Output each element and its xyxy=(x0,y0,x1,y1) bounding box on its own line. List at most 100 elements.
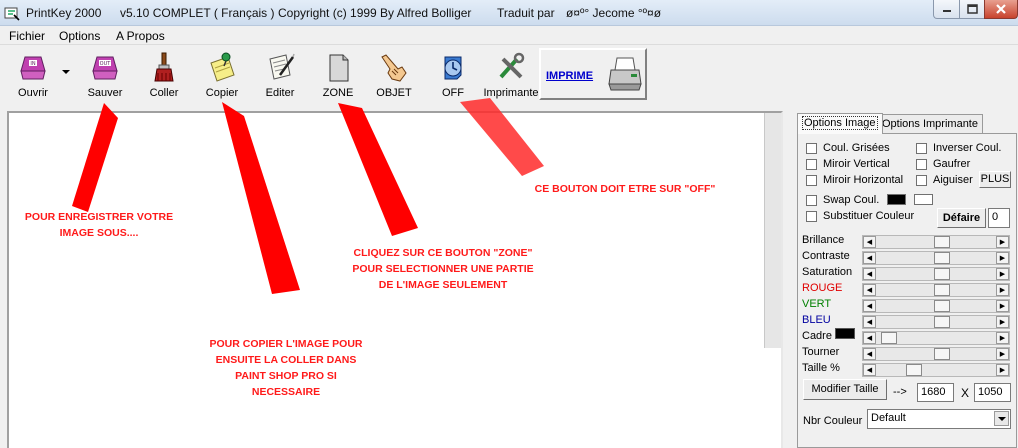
checkbox-box xyxy=(806,142,817,154)
slider-right-arrow-icon[interactable]: ▶ xyxy=(996,316,1009,328)
slider-right-arrow-icon[interactable]: ▶ xyxy=(996,284,1009,296)
checkbox-box xyxy=(806,174,817,186)
checkbox-box xyxy=(806,210,817,222)
slider-thumb[interactable] xyxy=(934,316,950,328)
slider-track[interactable]: ◀ ▶ xyxy=(862,315,1010,329)
slider-left-arrow-icon[interactable]: ◀ xyxy=(863,236,876,248)
arrow-to-off xyxy=(460,98,544,176)
annotation-enregistrer: POUR ENREGISTRER VOTRE IMAGE SOUS.... xyxy=(14,209,184,241)
defaire-count-field[interactable]: 0 xyxy=(988,208,1010,228)
times-text: X xyxy=(961,386,970,400)
annotation-zone-line: POUR SELECTIONNER UNE PARTIE xyxy=(352,263,534,275)
inverser-coul-checkbox[interactable]: Inverser Coul. xyxy=(916,142,1001,154)
annotation-off: CE BOUTON DOIT ETRE SUR "OFF" xyxy=(520,181,730,197)
swap-color-black[interactable] xyxy=(887,194,906,205)
slider-left-arrow-icon[interactable]: ◀ xyxy=(863,332,876,344)
slider-track[interactable]: ◀ ▶ xyxy=(862,347,1010,361)
checkbox-box xyxy=(806,158,817,170)
slider-right-arrow-icon[interactable]: ▶ xyxy=(996,252,1009,264)
slider-track[interactable]: ◀ ▶ xyxy=(862,363,1010,377)
slider-left-arrow-icon[interactable]: ◀ xyxy=(863,316,876,328)
swap-color-white[interactable] xyxy=(914,194,933,205)
slider-label: Taille % xyxy=(802,362,840,374)
modifier-taille-button[interactable]: Modifier Taille xyxy=(803,379,887,400)
cadre-color-swatch[interactable] xyxy=(835,328,855,339)
miroir-horizontal-checkbox[interactable]: Miroir Horizontal xyxy=(806,174,903,186)
annotation-zone-line: CLIQUEZ SUR CE BOUTON "ZONE" xyxy=(353,247,533,259)
gaufrer-checkbox[interactable]: Gaufrer xyxy=(916,158,970,170)
substituer-couleur-label: Substituer Couleur xyxy=(823,210,915,222)
miroir-vertical-checkbox[interactable]: Miroir Vertical xyxy=(806,158,890,170)
slider-left-arrow-icon[interactable]: ◀ xyxy=(863,300,876,312)
annotation-copier-line: ENSUITE LA COLLER DANS xyxy=(215,354,357,366)
tab-options-imprimante[interactable]: Options Imprimante xyxy=(877,114,983,134)
miroir-vertical-label: Miroir Vertical xyxy=(823,158,890,170)
size-arrow-text: --> xyxy=(893,386,907,398)
swap-coul-label: Swap Coul. xyxy=(823,194,880,206)
slider-track[interactable]: ◀ ▶ xyxy=(862,251,1010,265)
options-panel: Options Image Options Imprimante Coul. G… xyxy=(790,111,1018,448)
slider-left-arrow-icon[interactable]: ◀ xyxy=(863,364,876,376)
slider-left-arrow-icon[interactable]: ◀ xyxy=(863,348,876,360)
slider-label: ROUGE xyxy=(802,282,843,294)
checkbox-box xyxy=(916,174,927,186)
slider-right-arrow-icon[interactable]: ▶ xyxy=(996,332,1009,344)
options-image-body: Coul. Grisées Inverser Coul. Miroir Vert… xyxy=(797,133,1017,448)
swap-coul-checkbox[interactable]: Swap Coul. xyxy=(806,194,879,206)
slider-thumb[interactable] xyxy=(881,332,897,344)
height-field[interactable]: 1050 xyxy=(974,383,1011,402)
annotation-off-line: CE BOUTON DOIT ETRE SUR "OFF" xyxy=(534,183,716,195)
checkbox-box xyxy=(916,158,927,170)
slider-thumb[interactable] xyxy=(934,348,950,360)
slider-label: Saturation xyxy=(802,266,853,278)
gaufrer-label: Gaufrer xyxy=(933,158,971,170)
annotation-copier-line: NECESSAIRE xyxy=(251,386,321,398)
nbr-couleur-label: Nbr Couleur xyxy=(803,415,863,427)
slider-track[interactable]: ◀ ▶ xyxy=(862,267,1010,281)
coul-grisees-checkbox[interactable]: Coul. Grisées xyxy=(806,142,890,154)
slider-label: Cadre xyxy=(802,330,832,342)
slider-left-arrow-icon[interactable]: ◀ xyxy=(863,284,876,296)
slider-right-arrow-icon[interactable]: ▶ xyxy=(996,348,1009,360)
slider-thumb[interactable] xyxy=(934,252,950,264)
tab-options-image-label: Options Image xyxy=(802,116,878,130)
slider-thumb[interactable] xyxy=(934,236,950,248)
arrow-to-sauver xyxy=(72,103,118,212)
slider-track[interactable]: ◀ ▶ xyxy=(862,283,1010,297)
slider-thumb[interactable] xyxy=(934,300,950,312)
coul-grisees-label: Coul. Grisées xyxy=(823,142,890,154)
slider-right-arrow-icon[interactable]: ▶ xyxy=(996,268,1009,280)
nbr-couleur-select[interactable]: Default xyxy=(867,409,1011,429)
slider-label: BLEU xyxy=(802,314,831,326)
tab-options-image[interactable]: Options Image xyxy=(797,113,883,134)
slider-label: Contraste xyxy=(802,250,850,262)
slider-thumb[interactable] xyxy=(906,364,922,376)
slider-right-arrow-icon[interactable]: ▶ xyxy=(996,236,1009,248)
slider-thumb[interactable] xyxy=(934,268,950,280)
annotation-copier-line: PAINT SHOP PRO SI xyxy=(235,370,337,382)
slider-track[interactable]: ◀ ▶ xyxy=(862,235,1010,249)
annotation-zone-line: DE L'IMAGE SEULEMENT xyxy=(378,279,508,291)
slider-thumb[interactable] xyxy=(934,284,950,296)
aiguiser-checkbox[interactable]: Aiguiser xyxy=(916,174,973,186)
slider-label: VERT xyxy=(802,298,832,310)
width-field[interactable]: 1680 xyxy=(917,383,954,402)
substituer-couleur-checkbox[interactable]: Substituer Couleur xyxy=(806,210,914,222)
slider-left-arrow-icon[interactable]: ◀ xyxy=(863,268,876,280)
slider-label: Tourner xyxy=(802,346,840,358)
arrow-to-zone xyxy=(338,103,418,236)
aiguiser-label: Aiguiser xyxy=(933,174,973,186)
slider-right-arrow-icon[interactable]: ▶ xyxy=(996,300,1009,312)
slider-track[interactable]: ◀ ▶ xyxy=(862,331,1010,345)
slider-left-arrow-icon[interactable]: ◀ xyxy=(863,252,876,264)
slider-label: Brillance xyxy=(802,234,845,246)
annotation-enregistrer-line: POUR ENREGISTRER VOTRE xyxy=(24,211,174,223)
defaire-button[interactable]: Défaire xyxy=(937,208,986,228)
inverser-coul-label: Inverser Coul. xyxy=(933,142,1002,154)
plus-button[interactable]: PLUS xyxy=(979,171,1011,188)
arrow-to-copier xyxy=(222,102,300,294)
chevron-down-icon xyxy=(994,411,1009,426)
slider-right-arrow-icon[interactable]: ▶ xyxy=(996,364,1009,376)
annotation-enregistrer-line: IMAGE SOUS.... xyxy=(59,227,139,239)
slider-track[interactable]: ◀ ▶ xyxy=(862,299,1010,313)
